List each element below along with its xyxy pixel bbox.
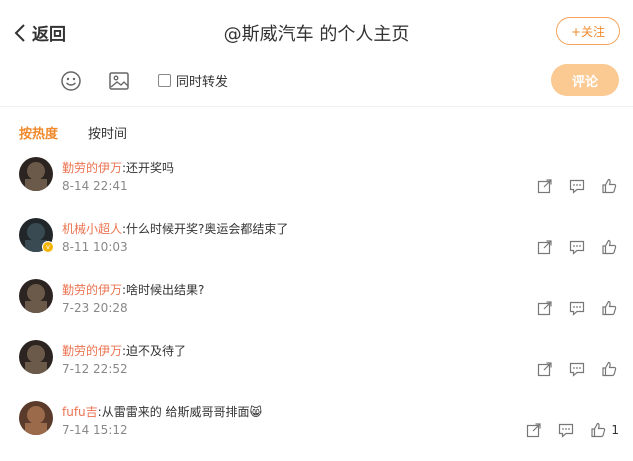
comment-actions [523,239,619,255]
like-icon[interactable] [601,300,619,316]
comment-text: 勤劳的伊万:啥时候出结果? [62,281,204,298]
comment-icon[interactable] [558,422,576,438]
comment-item: 勤劳的伊万:啥时候出结果? 7-23 20:28 [0,279,633,339]
like-count: 1 [611,423,619,437]
comment-text: 勤劳的伊万:迫不及待了 [62,342,186,359]
avatar[interactable] [19,279,53,313]
tab-hot[interactable]: 按热度 [19,123,58,142]
comment-time: 8-14 22:41 [62,179,128,193]
avatar[interactable] [19,157,53,191]
comment-button[interactable]: 评论 [551,64,619,96]
comment-text: fufu吉:从雷雷来的 给斯威哥哥排面😸 [62,403,262,420]
comment-time: 7-12 22:52 [62,362,128,376]
comment-body: :迫不及待了 [122,344,187,358]
share-icon[interactable] [537,300,555,316]
comment-item: 勤劳的伊万:还开奖吗 8-14 22:41 [0,157,633,217]
share-icon[interactable] [537,239,555,255]
comment-time: 8-11 10:03 [62,240,128,254]
comment-body: :什么时候开奖?奥运会都结束了 [122,222,289,236]
comment-username[interactable]: 勤劳的伊万 [62,283,122,297]
comment-icon[interactable] [569,239,587,255]
compose-toolbar: 同时转发 评论 [0,62,633,107]
comment-actions [523,178,619,194]
like-icon[interactable] [590,422,608,438]
comment-body: :还开奖吗 [122,161,175,175]
comment-actions [523,300,619,316]
comment-time: 7-14 15:12 [62,423,128,437]
repost-option[interactable]: 同时转发 [158,71,228,90]
comment-item: v 机械小超人:什么时候开奖?奥运会都结束了 8-11 10:03 [0,218,633,278]
follow-button[interactable]: +关注 [556,17,620,45]
verified-badge-icon: v [42,241,54,253]
comment-body: :从雷雷来的 给斯威哥哥排面 [97,405,250,419]
share-icon[interactable] [526,422,544,438]
comment-icon[interactable] [569,300,587,316]
tab-time[interactable]: 按时间 [88,123,127,142]
comment-actions: 1 [512,422,619,438]
like-icon[interactable] [601,239,619,255]
comment-actions [523,361,619,377]
page-title: @斯威汽车 的个人主页 [223,24,410,45]
comment-username[interactable]: fufu吉 [62,405,98,419]
repost-checkbox[interactable] [158,74,171,87]
comment-body: :啥时候出结果? [122,283,205,297]
comment-icon[interactable] [569,178,587,194]
share-icon[interactable] [537,178,555,194]
comment-text: 勤劳的伊万:还开奖吗 [62,159,174,176]
sort-tabs: 按热度 按时间 [19,123,127,142]
comment-text: 机械小超人:什么时候开奖?奥运会都结束了 [62,220,288,237]
comment-icon[interactable] [569,361,587,377]
like-icon[interactable] [601,178,619,194]
image-icon[interactable] [108,70,130,92]
emoji-icon[interactable] [60,70,82,92]
avatar[interactable] [19,340,53,374]
like-icon[interactable] [601,361,619,377]
comment-username[interactable]: 机械小超人 [62,222,122,236]
comment-username[interactable]: 勤劳的伊万 [62,161,122,175]
comment-username[interactable]: 勤劳的伊万 [62,344,122,358]
comment-emoji: 😸 [249,405,263,419]
comment-item: 勤劳的伊万:迫不及待了 7-12 22:52 [0,340,633,400]
share-icon[interactable] [537,361,555,377]
comment-time: 7-23 20:28 [62,301,128,315]
avatar[interactable] [19,401,53,435]
header: 返回 @斯威汽车 的个人主页 +关注 [0,0,633,62]
comment-item: fufu吉:从雷雷来的 给斯威哥哥排面😸 7-14 15:12 1 [0,401,633,461]
repost-label: 同时转发 [176,75,229,90]
